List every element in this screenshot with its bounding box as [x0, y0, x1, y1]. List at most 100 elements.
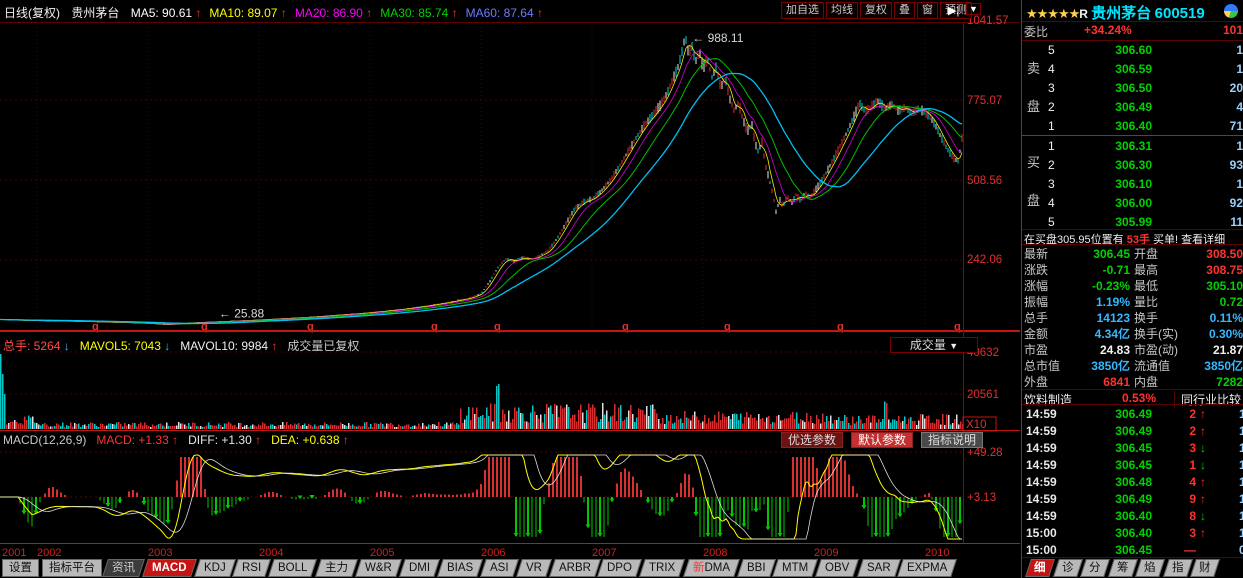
quote-panel-header: ★★★★★R 贵州茅台 600519	[1026, 2, 1243, 22]
weibi-label: 委比	[1024, 23, 1048, 40]
indicator-tab-MACD[interactable]: MACD	[142, 559, 196, 577]
panel-tab-指[interactable]: 指	[1163, 559, 1192, 577]
stat-label: 量比	[1134, 294, 1158, 310]
industry-row: 饮料制造 0.53% 同行业比较	[1022, 391, 1243, 404]
svg-text:2001: 2001	[2, 547, 26, 559]
panel-tab-焰[interactable]: 焰	[1135, 559, 1164, 577]
tick-up-arrow-icon: ↑	[1200, 491, 1206, 508]
indicator-tab-BOLL[interactable]: BOLL	[268, 559, 317, 577]
tick-time: 14:59	[1026, 440, 1057, 457]
indicator-tab-RSI[interactable]: RSI	[232, 559, 271, 577]
indicator-tab-主力[interactable]: 主力	[315, 559, 358, 577]
panel-stock-name: 贵州茅台	[1091, 5, 1151, 22]
indicator-tab-新DMA[interactable]: 新DMA	[683, 559, 740, 577]
macd-parameter-buttons: 优选参数默认参数指标说明	[781, 432, 991, 448]
indicator-tab-DPO[interactable]: DPO	[598, 559, 643, 577]
toolbar-button-叠[interactable]: 叠	[894, 2, 915, 19]
indicator-tab-ASI[interactable]: ASI	[480, 559, 518, 577]
macd-button-默认参数[interactable]: 默认参数	[851, 432, 913, 448]
macd-chart-pane	[0, 455, 963, 539]
indicator-tab-DMI[interactable]: DMI	[399, 559, 440, 577]
tick-up-arrow-icon: ↑	[1200, 525, 1206, 542]
stat-value: 0.30%	[1209, 326, 1243, 342]
indicator-tab-BBI[interactable]: BBI	[737, 559, 775, 577]
panel-tab-筹[interactable]: 筹	[1108, 559, 1137, 577]
sell-row: 5306.601	[1022, 41, 1243, 60]
volume-selector-label: 成交量	[910, 338, 946, 352]
indicator-tab-EXPMA[interactable]: EXPMA	[897, 559, 957, 577]
indicator-tab-TRIX[interactable]: TRIX	[639, 559, 685, 577]
tick-row: 14:59306.451↓1	[1022, 457, 1243, 474]
indicator-tab-BIAS[interactable]: BIAS	[437, 559, 483, 577]
macd-value-label-0: MACD: +1.33 ↑	[96, 433, 178, 447]
stat-label: 换手(实)	[1134, 326, 1178, 342]
indicator-tab-指标平台[interactable]: 指标平台	[42, 559, 102, 577]
toolbar-button-复权[interactable]: 复权	[860, 2, 892, 19]
tick-tail-clipped: 1	[1239, 457, 1243, 474]
svg-text:2008: 2008	[703, 547, 727, 559]
toolbar-button-窗[interactable]: 窗	[917, 2, 938, 19]
globe-icon[interactable]	[1224, 4, 1238, 18]
svg-text:← 25.88: ← 25.88	[219, 307, 265, 321]
volume-mavol5-label: MAVOL5: 7043 ↓	[80, 339, 171, 353]
tick-price: 306.49	[1080, 406, 1152, 423]
macd-button-优选参数[interactable]: 优选参数	[781, 432, 843, 448]
indicator-tab-W&R[interactable]: W&R	[355, 559, 402, 577]
tick-lots: 8	[1180, 508, 1196, 525]
panel-tab-诊[interactable]: 诊	[1053, 559, 1082, 577]
panel-tab-bar: 细诊分筹焰指财	[1028, 559, 1243, 577]
stat-label: 总手	[1024, 310, 1048, 326]
tick-tail-clipped: 1	[1239, 440, 1243, 457]
charts-canvas[interactable]: ← 988.11← 25.88qqqqqqqqq1041.57775.07508…	[0, 0, 1020, 578]
tick-row: 14:59306.499↑1	[1022, 491, 1243, 508]
svg-text:2009: 2009	[814, 547, 838, 559]
panel-tab-财[interactable]: 财	[1190, 559, 1219, 577]
stat-label: 振幅	[1024, 294, 1048, 310]
indicator-tab-MTM[interactable]: MTM	[772, 559, 818, 577]
toolbar-buttons: 加自选均线复权叠窗预测	[781, 2, 974, 19]
panel-tab-分[interactable]: 分	[1080, 559, 1109, 577]
sell-row: 4306.591	[1022, 60, 1243, 79]
stat-value: 14123	[1062, 310, 1130, 326]
level-price: 306.40	[1072, 117, 1152, 136]
stats-row: 外盘6841内盘7282	[1022, 374, 1243, 390]
panel-tab-细[interactable]: 细	[1025, 559, 1054, 577]
level-price: 306.10	[1072, 175, 1152, 194]
level-number: 3	[1048, 79, 1055, 98]
nav-next-icon[interactable]: ▶|	[948, 4, 959, 17]
tick-tail-clipped: 1	[1239, 525, 1243, 542]
stat-label: 总市值	[1024, 358, 1060, 374]
indicator-tab-ARBR[interactable]: ARBR	[549, 559, 601, 577]
panel-stock-code: 600519	[1155, 5, 1205, 22]
toolbar-button-均线[interactable]: 均线	[826, 2, 858, 19]
volume-zongshou-label: 总手: 5264 ↓	[3, 339, 70, 353]
stat-value: 305.10	[1206, 278, 1243, 294]
indicator-tab-设置[interactable]: 设置	[2, 559, 39, 577]
svg-text:+49.28: +49.28	[967, 447, 1003, 459]
stat-label: 外盘	[1024, 374, 1048, 390]
toolbar-button-加自选[interactable]: 加自选	[781, 2, 824, 19]
indicator-tab-SAR[interactable]: SAR	[857, 559, 901, 577]
volume-indicator-selector[interactable]: 成交量 ▼	[890, 337, 978, 353]
stat-label: 涨幅	[1024, 278, 1048, 294]
ma-value-label: MA30: 85.74 ↑	[380, 6, 457, 20]
volume-adjusted-note: 成交量已复权	[287, 339, 359, 353]
tick-lots: 2	[1180, 423, 1196, 440]
dropdown-caret-icon[interactable]: ▼	[966, 3, 981, 15]
macd-button-指标说明[interactable]: 指标说明	[921, 432, 983, 448]
order-notice-row: 在买盘305.95位置有 53手 买单! 查看详细	[1022, 231, 1243, 244]
svg-text:2004: 2004	[259, 547, 283, 559]
indicator-tab-资讯[interactable]: 资讯	[102, 559, 145, 577]
svg-text:+3.13: +3.13	[967, 492, 996, 504]
tick-lots: 3	[1180, 525, 1196, 542]
ma-value-label: MA5: 90.61 ↑	[131, 6, 202, 20]
indicator-tab-VR[interactable]: VR	[516, 559, 552, 577]
tick-row: 14:59306.453↓1	[1022, 440, 1243, 457]
indicator-tab-KDJ[interactable]: KDJ	[194, 559, 236, 577]
indicator-tab-OBV[interactable]: OBV	[815, 559, 859, 577]
ma-value-label: MA10: 89.07 ↑	[209, 6, 286, 20]
stat-value: 0.72	[1220, 294, 1243, 310]
stat-label: 最新	[1024, 246, 1048, 262]
ma-value-label: MA60: 87.64 ↑	[466, 6, 543, 20]
svg-text:775.07: 775.07	[967, 95, 1002, 107]
